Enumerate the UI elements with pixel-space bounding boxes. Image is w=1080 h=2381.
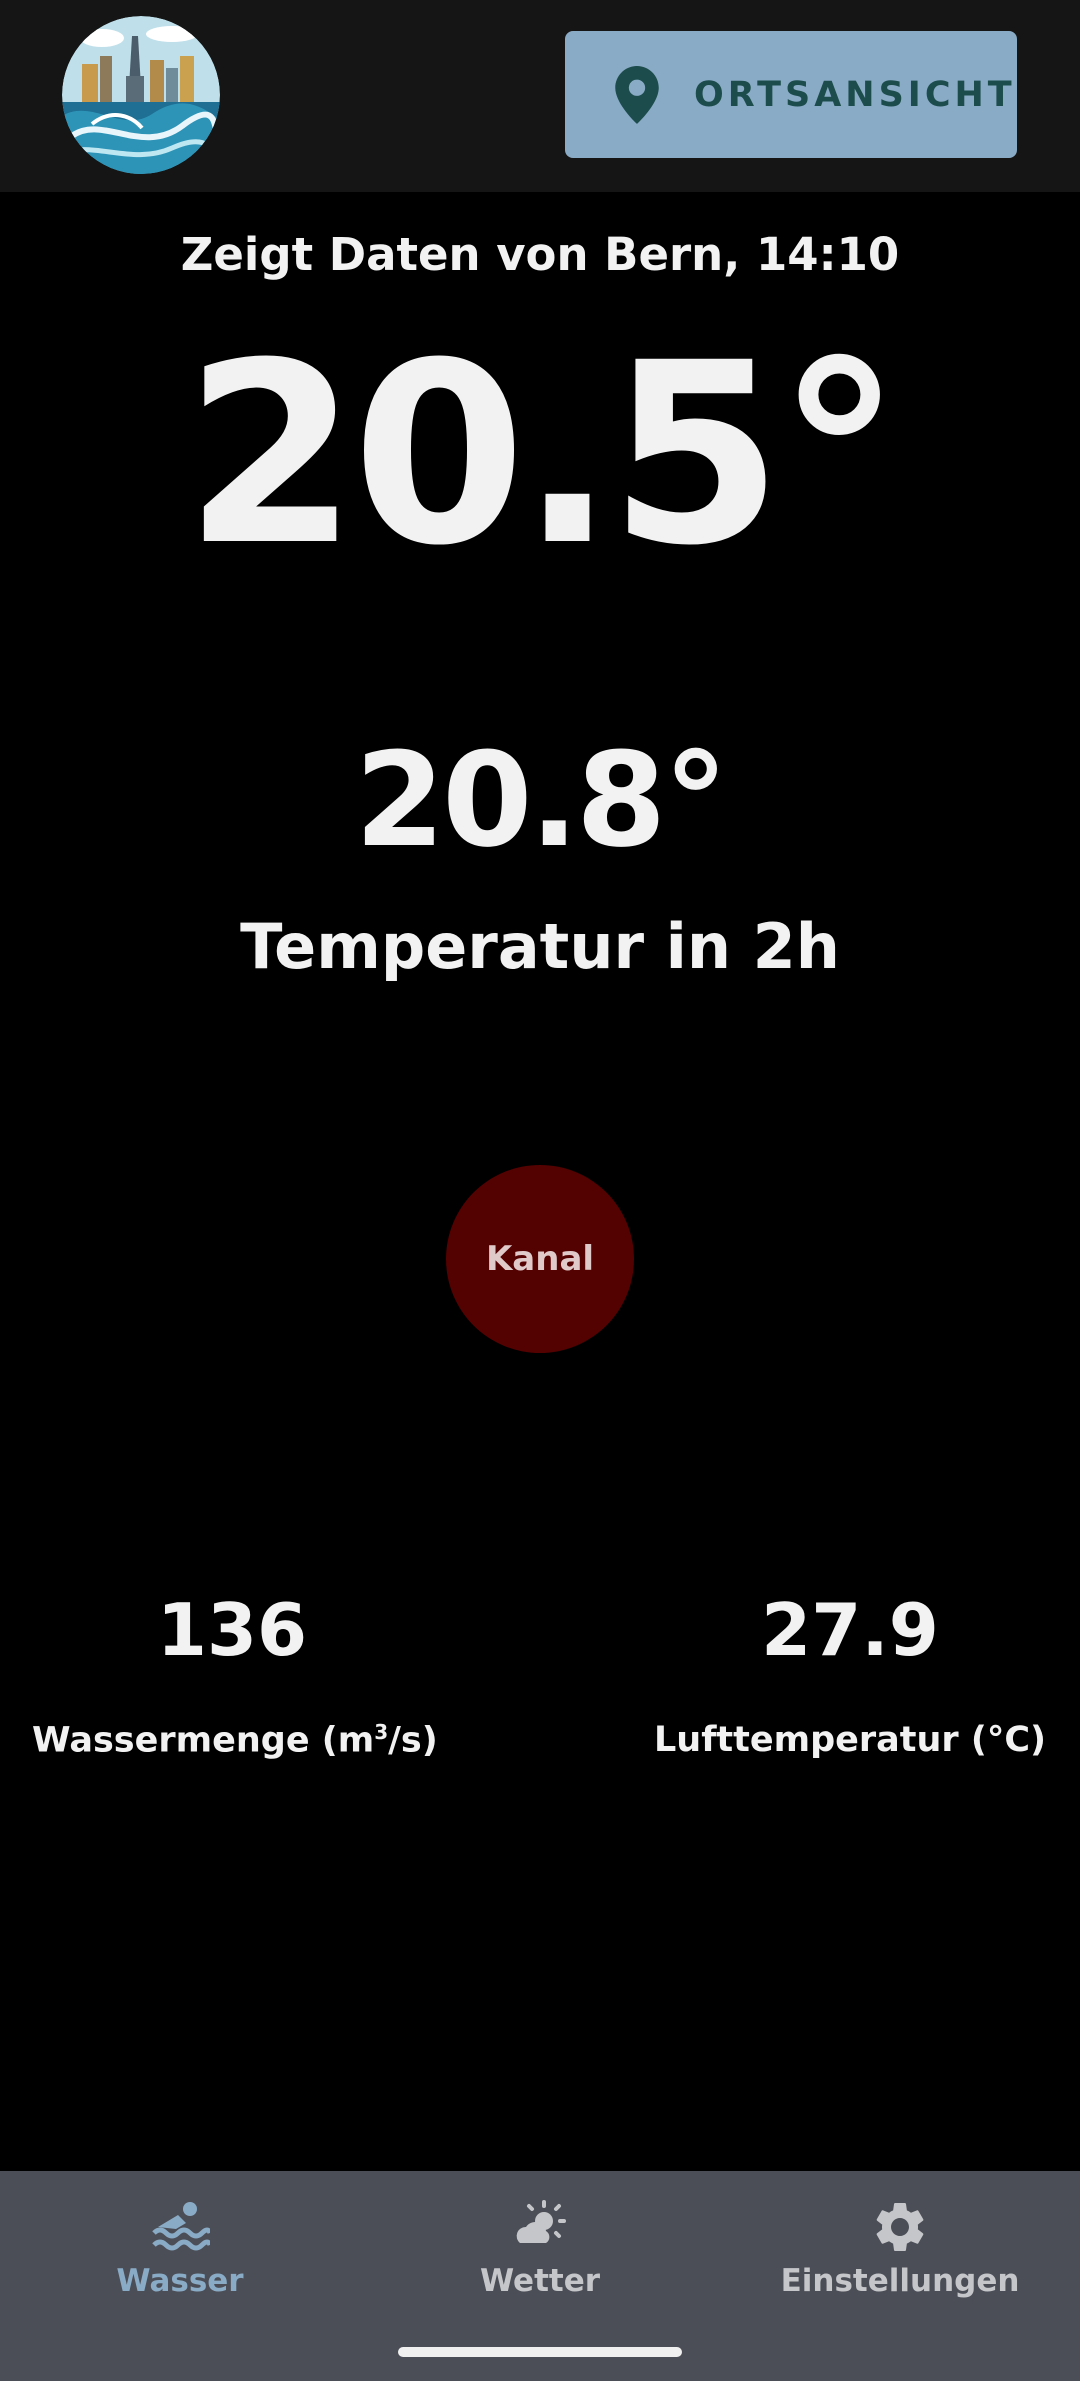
nav-item-wasser[interactable]: Wasser — [0, 2197, 360, 2299]
weather-icon — [516, 2200, 566, 2243]
map-pin-icon — [615, 65, 659, 124]
top-app-bar: ORTSANSICHT — [0, 0, 1080, 192]
swimming-icon — [152, 2202, 210, 2251]
current-water-temperature: 20.5° — [184, 309, 902, 600]
forecast-label: Temperatur in 2h — [240, 910, 840, 983]
water-flow-label: Wassermenge (m3/s) — [32, 1720, 438, 1761]
air-temperature-label: Lufttemperatur (°C) — [653, 1720, 1047, 1760]
nav-label-wasser: Wasser — [116, 2263, 244, 2299]
home-indicator[interactable] — [398, 2347, 682, 2357]
location-view-label: ORTSANSICHT — [694, 74, 1016, 115]
nav-item-wetter[interactable]: Wetter — [360, 2197, 720, 2299]
gear-icon — [876, 2203, 924, 2251]
air-temperature-value: 27.9 — [761, 1588, 939, 1672]
air-temperature-stat: 27.9 Lufttemperatur (°C) — [650, 1590, 1050, 1760]
city-river-logo-icon — [62, 16, 220, 174]
water-flow-value: 136 — [156, 1588, 308, 1672]
water-flow-stat: 136 Wassermenge (m3/s) — [32, 1588, 438, 1761]
data-source-text: Zeigt Daten von Bern, 14:10 — [180, 228, 900, 281]
nav-label-einstellungen: Einstellungen — [780, 2263, 1020, 2299]
nav-label-wetter: Wetter — [479, 2263, 601, 2299]
app-logo[interactable] — [62, 16, 220, 174]
location-badge[interactable]: Kanal — [446, 1165, 634, 1353]
location-badge-label: Kanal — [485, 1239, 595, 1279]
nav-item-einstellungen[interactable]: Einstellungen — [720, 2197, 1080, 2299]
forecast-temperature: 20.8° — [354, 724, 729, 876]
location-view-button[interactable]: ORTSANSICHT — [565, 31, 1017, 158]
